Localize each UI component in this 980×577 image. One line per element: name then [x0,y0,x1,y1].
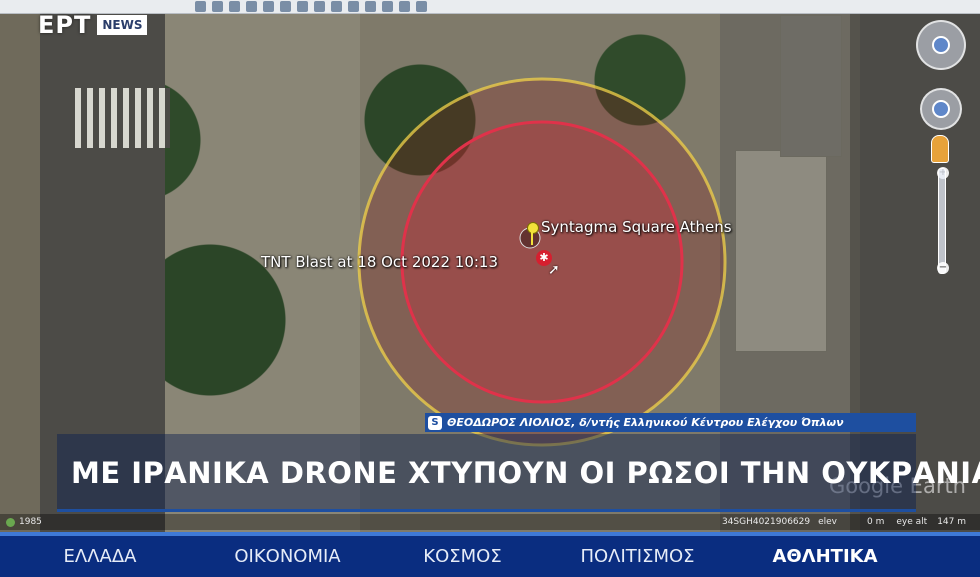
globe-icon [6,517,15,527]
map-status-bar: 1985 34SGH4021906629 elev 0 m eye alt 14… [0,514,980,530]
elev-label: elev [818,517,838,527]
speaker-caption-text: ΘΕΟΔΩΡΟΣ ΛΙΟΛΙΟΣ, δ/ντής Ελληνικού Κέντρ… [447,416,844,429]
headline-banner: ΜΕ ΙΡΑΝΙΚΑ DRONE ΧΤΥΠΟΥΝ ΟΙ ΡΩΣΟΙ ΤΗΝ ΟΥ… [57,434,980,512]
nav-item-ellada[interactable]: ΕΛΛΑΔΑ [0,546,200,567]
zoom-out-icon[interactable]: − [937,262,949,274]
nav-item-politismos[interactable]: ΠΟΛΙΤΙΣΜΟΣ [550,546,725,567]
headline-underline [57,509,916,512]
news-badge: NEWS [97,15,148,35]
speaker-caption: S ΘΕΟΔΩΡΟΣ ΛΙΟΛΙΟΣ, δ/ντής Ελληνικού Κέν… [425,413,916,432]
section-nav-bar: ΕΛΛΑΔΑ ΟΙΚΟΝΟΜΙΑ ΚΟΣΜΟΣ ΠΟΛΙΤΙΣΜΟΣ ΑΘΛΗΤ… [0,536,980,577]
imagery-year: 1985 [19,517,42,527]
nav-item-athlitika[interactable]: ΑΘΛΗΤΙΚΑ [725,546,925,567]
skype-icon: S [428,415,442,430]
compass-icon [932,36,950,54]
place-label: Syntagma Square Athens [541,218,732,236]
ert-news-logo: ЕРТ NEWS [38,11,148,39]
pushpin-icon[interactable] [527,222,539,234]
headline-text: ΜΕ ΙΡΑΝΙΚΑ DRONE ΧΤΥΠΟΥΝ ΟΙ ΡΩΣΟΙ ΤΗΝ ΟΥ… [71,456,980,490]
coords-readout: 34SGH4021906629 [721,517,811,527]
planet-icon[interactable] [331,1,342,12]
maps-icon[interactable] [416,1,427,12]
path-icon[interactable] [246,1,257,12]
hand-tool-icon[interactable] [195,1,206,12]
elev-value: 0 m [867,517,885,527]
ruler-icon[interactable] [348,1,359,12]
pushpin-needle [531,231,533,245]
eye-alt-value: 147 m [937,517,966,527]
nav-item-kosmos[interactable]: ΚΟΣΜΟΣ [375,546,550,567]
tour-icon[interactable] [280,1,291,12]
look-around-control[interactable] [916,20,966,70]
overlay-icon[interactable] [263,1,274,12]
placemark-icon[interactable] [212,1,223,12]
zoom-slider[interactable] [938,168,946,274]
ert-logo-text: ЕРТ [38,11,92,39]
print-icon[interactable] [382,1,393,12]
polygon-icon[interactable] [229,1,240,12]
history-icon[interactable] [297,1,308,12]
cursor-arrow-icon: ➚ [548,262,560,278]
eye-alt-label: eye alt [896,517,928,527]
nav-item-oikonomia[interactable]: ΟΙΚΟΝΟΜΙΑ [200,546,375,567]
save-image-icon[interactable] [399,1,410,12]
blast-label: TNT Blast at 18 Oct 2022 10:13 [261,253,498,271]
email-icon[interactable] [365,1,376,12]
sun-icon[interactable] [314,1,325,12]
move-control[interactable] [920,88,962,130]
move-arrows-icon [932,100,950,118]
street-view-pegman-icon[interactable] [931,135,949,163]
